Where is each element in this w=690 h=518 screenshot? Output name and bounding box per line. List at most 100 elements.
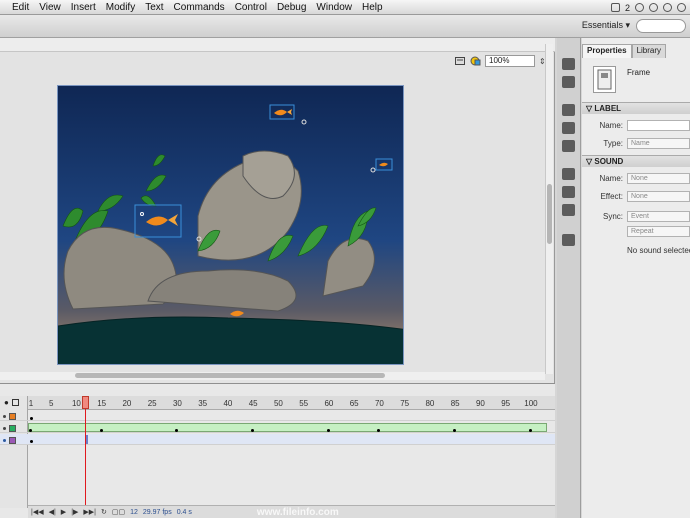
frame-number: 45 xyxy=(248,399,258,408)
stage-toolbar: 100% ⇕ xyxy=(455,54,546,68)
keyframe[interactable] xyxy=(326,429,330,432)
layer-header-controls: ● xyxy=(4,398,19,407)
info-icon[interactable] xyxy=(562,122,575,134)
name-label: Name: xyxy=(599,121,623,130)
keyframe[interactable] xyxy=(29,429,32,432)
effect-select[interactable]: None xyxy=(627,191,690,202)
frame-number: 80 xyxy=(425,399,435,408)
menu-edit[interactable]: Edit xyxy=(0,2,34,13)
menu-help[interactable]: Help xyxy=(357,2,388,13)
layer-color-icon xyxy=(9,424,16,432)
frame-number: 85 xyxy=(450,399,460,408)
zoom-field[interactable]: 100% xyxy=(485,55,535,67)
label-type-select[interactable]: Name xyxy=(627,138,690,149)
workspace-bar: Essentials ▾ xyxy=(0,15,690,38)
edit-scene-icon[interactable] xyxy=(455,56,466,66)
ground xyxy=(58,316,403,364)
menu-text[interactable]: Text xyxy=(140,2,168,13)
repeat-select[interactable]: Repeat xyxy=(627,226,690,237)
menu-insert[interactable]: Insert xyxy=(66,2,101,13)
effect-label: Effect: xyxy=(600,192,623,201)
search-input[interactable] xyxy=(636,19,686,33)
frame-number: 15 xyxy=(97,399,107,408)
frame-number: 95 xyxy=(501,399,511,408)
workspace-label: Essentials xyxy=(581,20,623,30)
frame-number: 65 xyxy=(349,399,359,408)
menu-modify[interactable]: Modify xyxy=(101,2,140,13)
vertical-scrollbar[interactable] xyxy=(545,44,553,374)
layer-row-1[interactable] xyxy=(0,410,555,421)
layer-color-icon xyxy=(9,436,16,444)
layer-row-3[interactable] xyxy=(0,434,555,445)
edit-bar xyxy=(0,38,555,52)
playhead[interactable] xyxy=(82,396,89,409)
watermark: www.fileinfo.com xyxy=(256,506,339,518)
playhead-line xyxy=(85,405,86,513)
transform-icon[interactable] xyxy=(562,140,575,152)
frame-icon xyxy=(593,66,616,93)
menu-control[interactable]: Control xyxy=(230,2,272,13)
workspace-switcher[interactable]: Essentials ▾ xyxy=(582,20,630,31)
layer-row-2[interactable] xyxy=(0,422,555,433)
menu-window[interactable]: Window xyxy=(311,2,357,13)
frame-rate[interactable]: 29.97 fps xyxy=(143,509,172,516)
frame-number: 5 xyxy=(48,399,54,408)
frame-number: 35 xyxy=(198,399,208,408)
frame-number: 25 xyxy=(147,399,157,408)
horizontal-scrollbar[interactable] xyxy=(0,372,545,380)
object-type: Frame xyxy=(627,68,651,77)
tools-icon[interactable] xyxy=(562,58,575,70)
frame-number: 40 xyxy=(223,399,233,408)
motion-tween-span[interactable] xyxy=(28,423,547,432)
clock-icon[interactable] xyxy=(635,3,644,12)
menu-view[interactable]: View xyxy=(34,2,66,13)
frame-number: 50 xyxy=(273,399,283,408)
frame-number: 90 xyxy=(475,399,485,408)
edit-symbols-icon[interactable] xyxy=(470,56,481,66)
frame-number: 30 xyxy=(172,399,182,408)
current-frame[interactable]: 12 xyxy=(130,509,138,516)
components-icon[interactable] xyxy=(562,186,575,198)
keyframe[interactable] xyxy=(528,429,532,432)
code-snippets-icon[interactable] xyxy=(562,168,575,180)
tab-library[interactable]: Library xyxy=(631,44,667,58)
bluetooth-icon[interactable] xyxy=(649,3,658,12)
menu-status-area: 2 xyxy=(610,0,690,15)
frame-number: 100 xyxy=(524,399,538,408)
menu-commands[interactable]: Commands xyxy=(169,2,230,13)
adobe-icon[interactable] xyxy=(610,3,620,12)
panel-icon-strip xyxy=(557,38,581,518)
motion-presets-icon[interactable] xyxy=(562,204,575,216)
sound-name-label: Name: xyxy=(599,174,623,183)
keyframe[interactable] xyxy=(99,429,103,432)
sync-select[interactable]: Event xyxy=(627,211,690,222)
last-frame-icon[interactable]: ▶▶| xyxy=(83,508,96,516)
keyframe[interactable] xyxy=(30,417,33,420)
notification-count: 2 xyxy=(624,2,630,13)
color-icon[interactable] xyxy=(562,76,575,88)
chevron-down-icon: ▾ xyxy=(625,20,630,30)
volume-icon[interactable] xyxy=(677,3,686,12)
label-name-field[interactable] xyxy=(627,120,690,131)
prev-frame-icon[interactable]: ◀| xyxy=(49,508,56,516)
stage-canvas[interactable] xyxy=(57,85,404,365)
keyframe[interactable] xyxy=(30,440,33,443)
frame-number: 55 xyxy=(299,399,309,408)
section-sound[interactable]: ▽ SOUND xyxy=(582,155,690,167)
tab-properties[interactable]: Properties xyxy=(582,44,632,58)
align-icon[interactable] xyxy=(562,104,575,116)
eye-icon[interactable]: ● xyxy=(4,398,9,407)
outline-icon[interactable] xyxy=(11,399,19,406)
next-frame-icon[interactable]: |▶ xyxy=(71,508,78,516)
wifi-icon[interactable] xyxy=(663,3,672,12)
section-label[interactable]: ▽ LABEL xyxy=(582,102,690,114)
history-icon[interactable] xyxy=(562,234,575,246)
sound-name-select[interactable]: None xyxy=(627,173,690,184)
onion-skin-icon[interactable]: ▢▢ xyxy=(112,508,125,516)
first-frame-icon[interactable]: |◀◀ xyxy=(31,508,44,516)
type-label: Type: xyxy=(603,139,623,148)
play-icon[interactable]: ▶ xyxy=(61,508,66,516)
frame-number: 1 xyxy=(28,399,34,408)
menu-debug[interactable]: Debug xyxy=(272,2,311,13)
loop-icon[interactable]: ↻ xyxy=(101,508,107,516)
